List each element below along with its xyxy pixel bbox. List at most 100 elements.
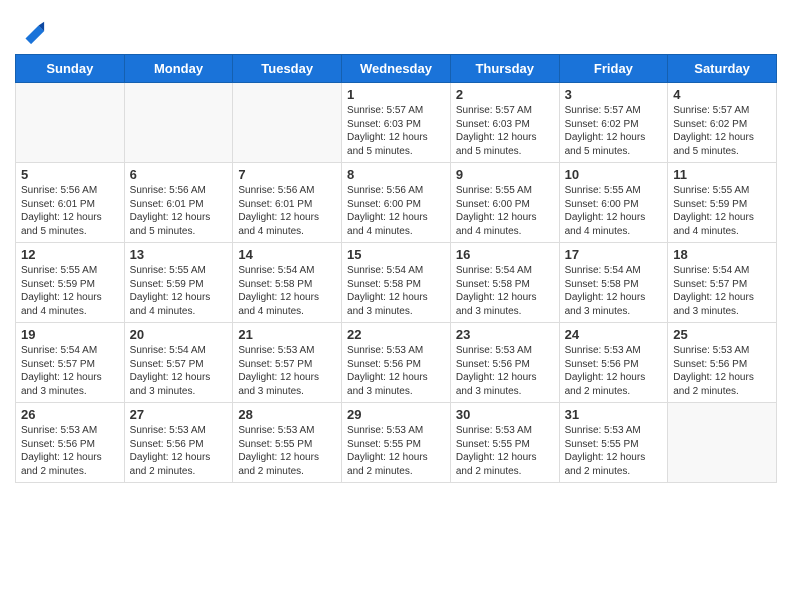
calendar-cell: 23Sunrise: 5:53 AMSunset: 5:56 PMDayligh… — [450, 323, 559, 403]
calendar-cell: 18 Sunrise: 5:54 AMSunset: 5:57 PMDayligh… — [668, 243, 777, 323]
day-number: 22 — [347, 327, 445, 342]
cell-content: Sunrise: 5:53 AMSunset: 5:56 PMDaylight:… — [565, 344, 663, 398]
calendar-cell: 11 Sunrise: 5:55 AMSunset: 5:59 PMDayligh… — [668, 163, 777, 243]
day-of-week-sunday: Sunday — [16, 55, 125, 83]
calendar-cell — [668, 403, 777, 483]
header — [15, 10, 777, 46]
day-of-week-tuesday: Tuesday — [233, 55, 342, 83]
day-of-week-saturday: Saturday — [668, 55, 777, 83]
calendar-cell — [124, 83, 233, 163]
day-number: 3 — [565, 87, 663, 102]
calendar-cell: 6Sunrise: 5:56 AMSunset: 6:01 PMDaylight… — [124, 163, 233, 243]
cell-content: Sunrise: 5:53 AMSunset: 5:55 PMDaylight:… — [565, 424, 663, 478]
calendar-week-2: 5 Sunrise: 5:56 AMSunset: 6:01 PMDaylight… — [16, 163, 777, 243]
day-number: 7 — [238, 167, 336, 182]
calendar-cell: 9Sunrise: 5:55 AMSunset: 6:00 PMDaylight… — [450, 163, 559, 243]
day-of-week-friday: Friday — [559, 55, 668, 83]
calendar-cell: 25Sunrise: 5:53 AMSunset: 5:56 PMDayligh… — [668, 323, 777, 403]
day-number: 9 — [456, 167, 554, 182]
calendar-cell: 22 Sunrise: 5:53 AMSunset: 5:56 PMDayligh… — [342, 323, 451, 403]
day-number: 17 — [565, 247, 663, 262]
cell-content: Sunrise: 5:54 AMSunset: 5:57 PMDaylight:… — [673, 264, 771, 318]
cell-content: Sunrise: 5:57 AMSunset: 6:03 PMDaylight:… — [347, 104, 445, 158]
calendar-week-1: 1 Sunrise: 5:57 AMSunset: 6:03 PMDaylight… — [16, 83, 777, 163]
cell-content: Sunrise: 5:55 AMSunset: 5:59 PMDaylight:… — [130, 264, 228, 318]
cell-content: Sunrise: 5:53 AMSunset: 5:56 PMDaylight:… — [130, 424, 228, 478]
cell-content: Sunrise: 5:53 AMSunset: 5:55 PMDaylight:… — [456, 424, 554, 478]
cell-content: Sunrise: 5:53 AMSunset: 5:56 PMDaylight:… — [21, 424, 119, 478]
cell-content: Sunrise: 5:55 AMSunset: 5:59 PMDaylight:… — [21, 264, 119, 318]
calendar-cell: 12Sunrise: 5:55 AMSunset: 5:59 PMDayligh… — [16, 243, 125, 323]
cell-content: Sunrise: 5:56 AMSunset: 6:01 PMDaylight:… — [238, 184, 336, 238]
day-number: 30 — [456, 407, 554, 422]
day-number: 2 — [456, 87, 554, 102]
day-number: 1 — [347, 87, 445, 102]
cell-content: Sunrise: 5:56 AMSunset: 6:00 PMDaylight:… — [347, 184, 445, 238]
calendar-cell: 24 Sunrise: 5:53 AMSunset: 5:56 PMDayligh… — [559, 323, 668, 403]
day-number: 13 — [130, 247, 228, 262]
cell-content: Sunrise: 5:56 AMSunset: 6:01 PMDaylight:… — [21, 184, 119, 238]
cell-content: Sunrise: 5:53 AMSunset: 5:56 PMDaylight:… — [347, 344, 445, 398]
calendar-header-row: SundayMondayTuesdayWednesdayThursdayFrid… — [16, 55, 777, 83]
calendar-cell: 19 Sunrise: 5:54 AMSunset: 5:57 PMDayligh… — [16, 323, 125, 403]
calendar-cell: 13 Sunrise: 5:55 AMSunset: 5:59 PMDayligh… — [124, 243, 233, 323]
day-number: 5 — [21, 167, 119, 182]
calendar-cell: 16 Sunrise: 5:54 AMSunset: 5:58 PMDayligh… — [450, 243, 559, 323]
day-of-week-wednesday: Wednesday — [342, 55, 451, 83]
cell-content: Sunrise: 5:57 AMSunset: 6:03 PMDaylight:… — [456, 104, 554, 158]
day-number: 26 — [21, 407, 119, 422]
day-number: 21 — [238, 327, 336, 342]
day-number: 19 — [21, 327, 119, 342]
calendar-week-3: 12Sunrise: 5:55 AMSunset: 5:59 PMDayligh… — [16, 243, 777, 323]
cell-content: Sunrise: 5:54 AMSunset: 5:57 PMDaylight:… — [21, 344, 119, 398]
calendar-week-4: 19 Sunrise: 5:54 AMSunset: 5:57 PMDayligh… — [16, 323, 777, 403]
cell-content: Sunrise: 5:54 AMSunset: 5:58 PMDaylight:… — [456, 264, 554, 318]
calendar-cell: 4 Sunrise: 5:57 AMSunset: 6:02 PMDaylight… — [668, 83, 777, 163]
calendar-cell: 3 Sunrise: 5:57 AMSunset: 6:02 PMDaylight… — [559, 83, 668, 163]
cell-content: Sunrise: 5:53 AMSunset: 5:56 PMDaylight:… — [456, 344, 554, 398]
calendar-cell: 14 Sunrise: 5:54 AMSunset: 5:58 PMDayligh… — [233, 243, 342, 323]
cell-content: Sunrise: 5:57 AMSunset: 6:02 PMDaylight:… — [565, 104, 663, 158]
calendar-cell: 15 Sunrise: 5:54 AMSunset: 5:58 PMDayligh… — [342, 243, 451, 323]
cell-content: Sunrise: 5:53 AMSunset: 5:57 PMDaylight:… — [238, 344, 336, 398]
cell-content: Sunrise: 5:54 AMSunset: 5:58 PMDaylight:… — [238, 264, 336, 318]
calendar-cell: 5 Sunrise: 5:56 AMSunset: 6:01 PMDaylight… — [16, 163, 125, 243]
calendar-cell: 17 Sunrise: 5:54 AMSunset: 5:58 PMDayligh… — [559, 243, 668, 323]
cell-content: Sunrise: 5:54 AMSunset: 5:58 PMDaylight:… — [565, 264, 663, 318]
cell-content: Sunrise: 5:54 AMSunset: 5:57 PMDaylight:… — [130, 344, 228, 398]
day-number: 24 — [565, 327, 663, 342]
day-number: 15 — [347, 247, 445, 262]
day-of-week-monday: Monday — [124, 55, 233, 83]
cell-content: Sunrise: 5:54 AMSunset: 5:58 PMDaylight:… — [347, 264, 445, 318]
calendar-cell — [16, 83, 125, 163]
day-number: 6 — [130, 167, 228, 182]
day-number: 29 — [347, 407, 445, 422]
cell-content: Sunrise: 5:55 AMSunset: 6:00 PMDaylight:… — [565, 184, 663, 238]
calendar-cell: 2 Sunrise: 5:57 AMSunset: 6:03 PMDaylight… — [450, 83, 559, 163]
day-number: 14 — [238, 247, 336, 262]
cell-content: Sunrise: 5:53 AMSunset: 5:55 PMDaylight:… — [347, 424, 445, 478]
day-number: 27 — [130, 407, 228, 422]
day-number: 4 — [673, 87, 771, 102]
cell-content: Sunrise: 5:53 AMSunset: 5:55 PMDaylight:… — [238, 424, 336, 478]
day-number: 16 — [456, 247, 554, 262]
day-number: 8 — [347, 167, 445, 182]
calendar-cell: 20 Sunrise: 5:54 AMSunset: 5:57 PMDayligh… — [124, 323, 233, 403]
calendar-cell: 31 Sunrise: 5:53 AMSunset: 5:55 PMDayligh… — [559, 403, 668, 483]
day-number: 31 — [565, 407, 663, 422]
calendar-cell: 26 Sunrise: 5:53 AMSunset: 5:56 PMDayligh… — [16, 403, 125, 483]
day-number: 18 — [673, 247, 771, 262]
logo-icon — [18, 18, 46, 46]
calendar-week-5: 26 Sunrise: 5:53 AMSunset: 5:56 PMDayligh… — [16, 403, 777, 483]
day-number: 20 — [130, 327, 228, 342]
cell-content: Sunrise: 5:57 AMSunset: 6:02 PMDaylight:… — [673, 104, 771, 158]
day-number: 28 — [238, 407, 336, 422]
calendar: SundayMondayTuesdayWednesdayThursdayFrid… — [15, 54, 777, 483]
day-number: 11 — [673, 167, 771, 182]
calendar-cell: 27 Sunrise: 5:53 AMSunset: 5:56 PMDayligh… — [124, 403, 233, 483]
calendar-cell: 29 Sunrise: 5:53 AMSunset: 5:55 PMDayligh… — [342, 403, 451, 483]
calendar-cell: 28 Sunrise: 5:53 AMSunset: 5:55 PMDayligh… — [233, 403, 342, 483]
logo — [15, 18, 46, 46]
calendar-cell: 10Sunrise: 5:55 AMSunset: 6:00 PMDayligh… — [559, 163, 668, 243]
cell-content: Sunrise: 5:55 AMSunset: 5:59 PMDaylight:… — [673, 184, 771, 238]
